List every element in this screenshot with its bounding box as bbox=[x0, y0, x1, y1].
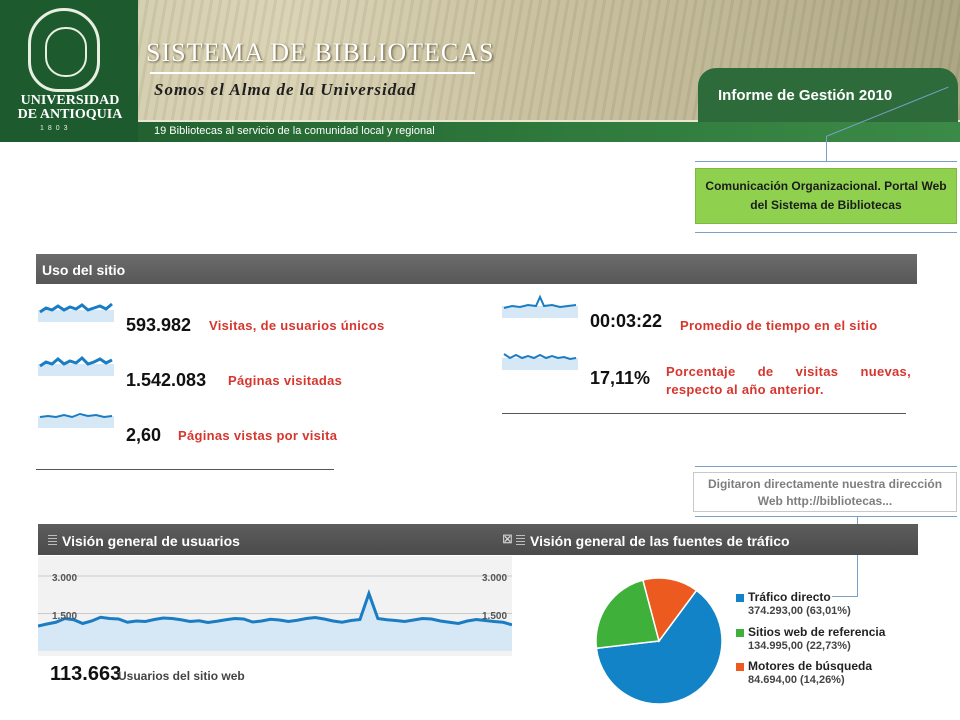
users-panel-title: Visión general de usuarios bbox=[62, 533, 240, 549]
grip-icon[interactable] bbox=[48, 535, 57, 546]
metric-value-ppv: 2,60 bbox=[126, 425, 162, 445]
users-total-value: 113.663 bbox=[50, 663, 122, 685]
grip-icon[interactable] bbox=[516, 535, 525, 546]
metric-value-time: 00:03:22 bbox=[590, 311, 663, 331]
legend-label: Tráfico directo bbox=[748, 590, 831, 604]
sparkline-pages-per-visit bbox=[38, 412, 114, 428]
metric-label-visits: Visitas, de usuarios únicos bbox=[209, 318, 385, 333]
legend-label: Sitios web de referencia bbox=[748, 625, 886, 639]
connector-line bbox=[826, 136, 827, 161]
banner-strip bbox=[0, 122, 960, 142]
title-underline bbox=[150, 72, 475, 74]
metric-label-ppv: Páginas vistas por visita bbox=[178, 428, 338, 443]
traffic-panel-title: Visión general de las fuentes de tráfico bbox=[530, 533, 790, 549]
y-tick-label-right: 1.500 bbox=[482, 611, 508, 622]
sparkline-pages bbox=[38, 355, 114, 376]
university-logo: UNIVERSIDAD DE ANTIOQUIA 1803 bbox=[0, 0, 138, 142]
sparkline-time bbox=[502, 294, 578, 318]
section-header-bar bbox=[36, 254, 917, 284]
metric-value-new-visits: 17,11% bbox=[590, 368, 651, 388]
university-year: 1803 bbox=[40, 125, 72, 132]
metric-label-new-visits: Porcentaje de visitas nuevas, respecto a… bbox=[666, 364, 911, 397]
report-title: Informe de Gestión 2010 bbox=[718, 87, 893, 104]
y-tick-label-right: 3.000 bbox=[482, 573, 508, 584]
slogan: Somos el Alma de la Universidad bbox=[154, 80, 417, 99]
y-tick-label: 1.500 bbox=[52, 611, 78, 622]
note-box: Digitaron directamente nuestra dirección… bbox=[693, 472, 957, 512]
university-seal-icon bbox=[28, 8, 100, 92]
connector-line bbox=[832, 596, 858, 597]
legend-swatch bbox=[736, 629, 744, 637]
legend-value: 134.995,00 (22,73%) bbox=[748, 640, 851, 652]
divider-rule bbox=[36, 469, 334, 470]
sparkline-new-visits bbox=[502, 353, 578, 370]
callout-box: Comunicación Organizacional. Portal Web … bbox=[695, 168, 957, 224]
legend-swatch bbox=[736, 663, 744, 671]
metric-label-time: Promedio de tiempo en el sitio bbox=[680, 318, 878, 333]
connector-line bbox=[695, 232, 957, 233]
users-chart-area: 3.000 1.500 3.000 1.500 bbox=[37, 556, 513, 656]
users-total-label: Usuarios del sitio web bbox=[118, 669, 245, 683]
metric-value-visits: 593.982 bbox=[126, 315, 192, 335]
legend-swatch bbox=[736, 594, 744, 602]
university-name: UNIVERSIDAD DE ANTIOQUIA bbox=[17, 93, 123, 122]
section-title: Uso del sitio bbox=[42, 262, 126, 278]
sparkline-visits bbox=[38, 302, 114, 322]
legend-label: Motores de búsqueda bbox=[748, 659, 873, 673]
legend-value: 84.694,00 (14,26%) bbox=[748, 674, 845, 686]
strip-text: 19 Bibliotecas al servicio de la comunid… bbox=[154, 125, 435, 137]
connector-line bbox=[695, 516, 957, 517]
metric-label-pages: Páginas visitadas bbox=[228, 373, 343, 388]
connector-line bbox=[695, 161, 957, 162]
divider-rule bbox=[502, 413, 906, 414]
y-tick-label: 3.000 bbox=[52, 573, 78, 584]
users-line-chart bbox=[37, 575, 513, 651]
system-title: SISTEMA DE BIBLIOTECAS bbox=[146, 38, 495, 67]
traffic-pie-chart bbox=[595, 577, 723, 705]
legend-value: 374.293,00 (63,01%) bbox=[748, 605, 851, 617]
connector-line bbox=[695, 466, 957, 467]
metric-value-pages: 1.542.083 bbox=[126, 370, 207, 390]
